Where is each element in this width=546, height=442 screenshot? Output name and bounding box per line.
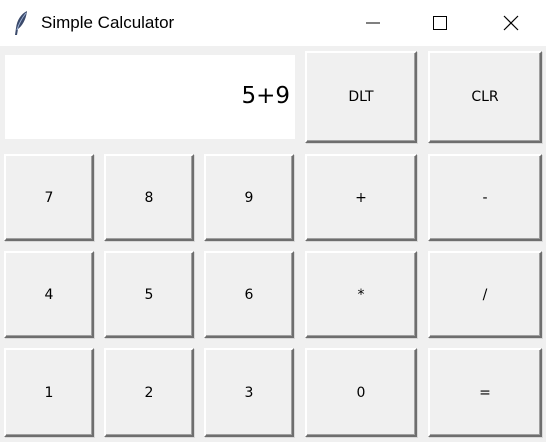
digit-9-button[interactable]: 9 bbox=[204, 154, 294, 241]
window-title: Simple Calculator bbox=[41, 13, 175, 32]
maximize-icon bbox=[433, 16, 447, 30]
digit-4-button[interactable]: 4 bbox=[4, 251, 94, 338]
digit-0-button[interactable]: 0 bbox=[305, 348, 417, 437]
close-button[interactable] bbox=[478, 0, 544, 46]
minus-button[interactable]: - bbox=[428, 154, 542, 241]
digit-1-button[interactable]: 1 bbox=[4, 348, 94, 437]
multiply-button[interactable]: * bbox=[305, 251, 417, 338]
minimize-icon bbox=[366, 22, 380, 24]
display-value: 5+9 bbox=[241, 83, 290, 109]
close-icon bbox=[503, 15, 519, 31]
calculator-body: 5+9 DLT CLR 7 8 9 + - 4 5 6 * / 1 2 3 0 … bbox=[0, 46, 546, 442]
digit-3-button[interactable]: 3 bbox=[204, 348, 294, 437]
digit-6-button[interactable]: 6 bbox=[204, 251, 294, 338]
feather-icon bbox=[12, 10, 32, 36]
title-bar[interactable]: Simple Calculator bbox=[0, 0, 546, 46]
delete-button[interactable]: DLT bbox=[305, 51, 417, 143]
maximize-button[interactable] bbox=[407, 0, 473, 46]
minimize-button[interactable] bbox=[340, 0, 406, 46]
digit-2-button[interactable]: 2 bbox=[104, 348, 194, 437]
equals-button[interactable]: = bbox=[428, 348, 542, 437]
digit-7-button[interactable]: 7 bbox=[4, 154, 94, 241]
divide-button[interactable]: / bbox=[428, 251, 542, 338]
clear-button[interactable]: CLR bbox=[428, 51, 542, 143]
digit-5-button[interactable]: 5 bbox=[104, 251, 194, 338]
plus-button[interactable]: + bbox=[305, 154, 417, 241]
digit-8-button[interactable]: 8 bbox=[104, 154, 194, 241]
display-field[interactable]: 5+9 bbox=[5, 55, 295, 139]
calculator-window: Simple Calculator 5+9 DLT CLR 7 8 9 + - … bbox=[0, 0, 546, 442]
